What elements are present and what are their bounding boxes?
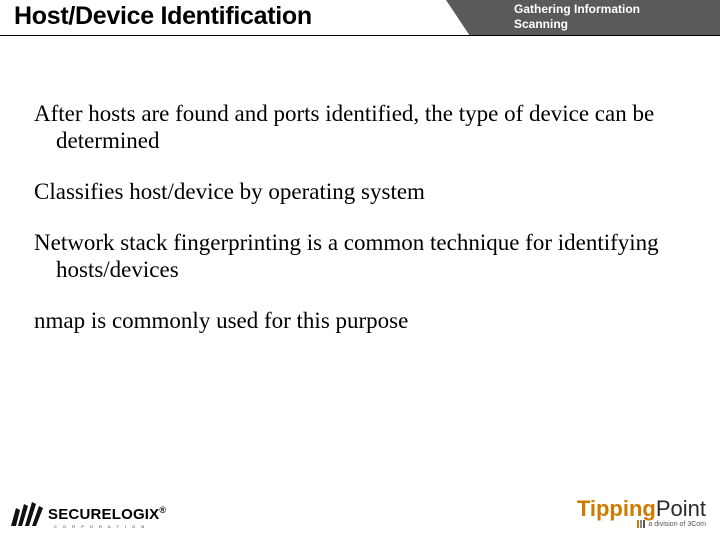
breadcrumb-text: Gathering Information Scanning <box>514 2 714 32</box>
securelogix-wordmark: SECURELOGIX® <box>48 505 166 523</box>
securelogix-mark-icon <box>10 500 44 528</box>
tippingpoint-subtext-label: a division of 3Com <box>648 521 706 528</box>
tippingpoint-wordmark: TippingPoint <box>577 496 706 522</box>
tippingpoint-part1: Tipping <box>577 496 656 521</box>
slide-header: Host/Device Identification Gathering Inf… <box>0 0 720 44</box>
tippingpoint-bars-icon <box>637 520 645 528</box>
body-paragraph: Network stack fingerprinting is a common… <box>34 229 700 283</box>
breadcrumb-notch <box>446 0 470 36</box>
securelogix-logo: SECURELOGIX® C O R P O R A T I O N <box>10 500 166 528</box>
tippingpoint-logo: TippingPoint a division of 3Com <box>577 496 706 528</box>
securelogix-subtext: C O R P O R A T I O N <box>54 524 147 529</box>
body-paragraph: After hosts are found and ports identifi… <box>34 100 700 154</box>
header-underline <box>0 35 720 36</box>
registered-mark-icon: ® <box>159 505 166 515</box>
slide-title: Host/Device Identification <box>14 2 312 31</box>
body-paragraph: Classifies host/device by operating syst… <box>34 178 700 205</box>
tippingpoint-part2: Point <box>656 496 706 521</box>
body-paragraph: nmap is commonly used for this purpose <box>34 307 700 334</box>
slide-body: After hosts are found and ports identifi… <box>34 100 700 358</box>
breadcrumb-line1: Gathering Information <box>514 2 714 17</box>
securelogix-name: SECURELOGIX <box>48 506 159 523</box>
breadcrumb-line2: Scanning <box>514 17 714 32</box>
slide-footer: SECURELOGIX® C O R P O R A T I O N Tippi… <box>0 486 720 534</box>
